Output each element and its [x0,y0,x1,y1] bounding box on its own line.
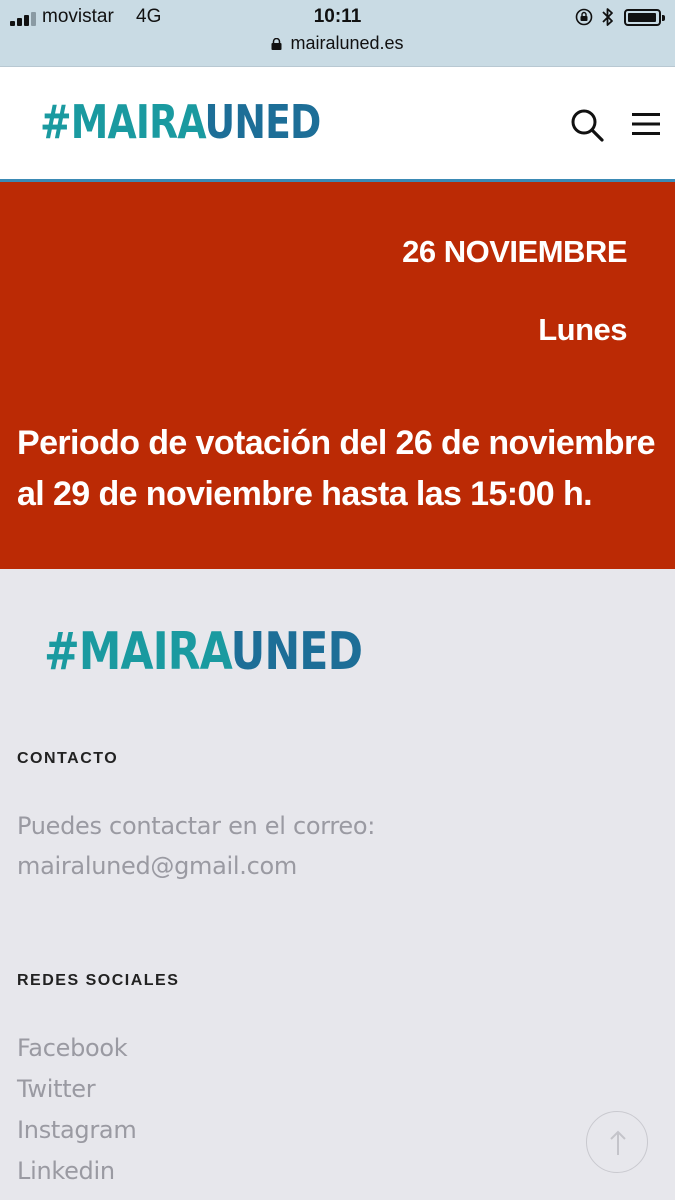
event-banner: 26 NOVIEMBRE Lunes Periodo de votación d… [0,182,675,569]
footer-logo-accent: UNED [230,622,363,682]
page-url: mairaluned.es [290,33,404,53]
battery-tip [662,15,665,21]
arrow-up-icon [610,1130,626,1155]
footer-logo-hash: # [44,622,80,682]
event-date: 26 NOVIEMBRE [402,234,627,269]
hamburger-menu-icon[interactable] [632,111,660,137]
social-link-facebook[interactable]: Facebook [17,1028,136,1069]
scroll-to-top-button[interactable] [586,1111,648,1173]
contact-email-link[interactable]: mairaluned@gmail.com [17,846,375,886]
event-day: Lunes [538,312,627,347]
bluetooth-icon [602,8,613,26]
social-link-linkedin[interactable]: Linkedin [17,1151,136,1192]
contact-text: Puedes contactar en el correo: mairalune… [17,806,375,886]
contact-heading: CONTACTO [17,750,119,767]
logo-hash: # [40,95,72,149]
status-time: 10:11 [313,6,362,27]
social-links-list: Facebook Twitter Instagram Linkedin [17,1028,137,1192]
logo-accent: UNED [204,95,322,149]
battery-icon [624,9,661,26]
contact-line: Puedes contactar en el correo: [17,812,376,840]
address-bar[interactable]: mairaluned.es [0,33,675,54]
social-heading: REDES SOCIALES [17,972,180,989]
status-bar: movistar 4G 10:11 mairaluned.es [0,0,675,67]
site-logo[interactable]: #MAIRAUNED [40,95,321,149]
event-description: Periodo de votación del 26 de noviembre … [17,424,655,513]
lock-icon [271,38,282,50]
rotation-lock-icon [575,8,593,26]
search-icon[interactable] [570,108,604,142]
footer-logo-main: MAIRA [78,622,232,682]
footer-logo[interactable]: #MAIRAUNED [44,622,363,682]
social-link-instagram[interactable]: Instagram [17,1110,137,1151]
logo-main: MAIRA [70,95,206,149]
social-link-twitter[interactable]: Twitter [17,1069,136,1110]
